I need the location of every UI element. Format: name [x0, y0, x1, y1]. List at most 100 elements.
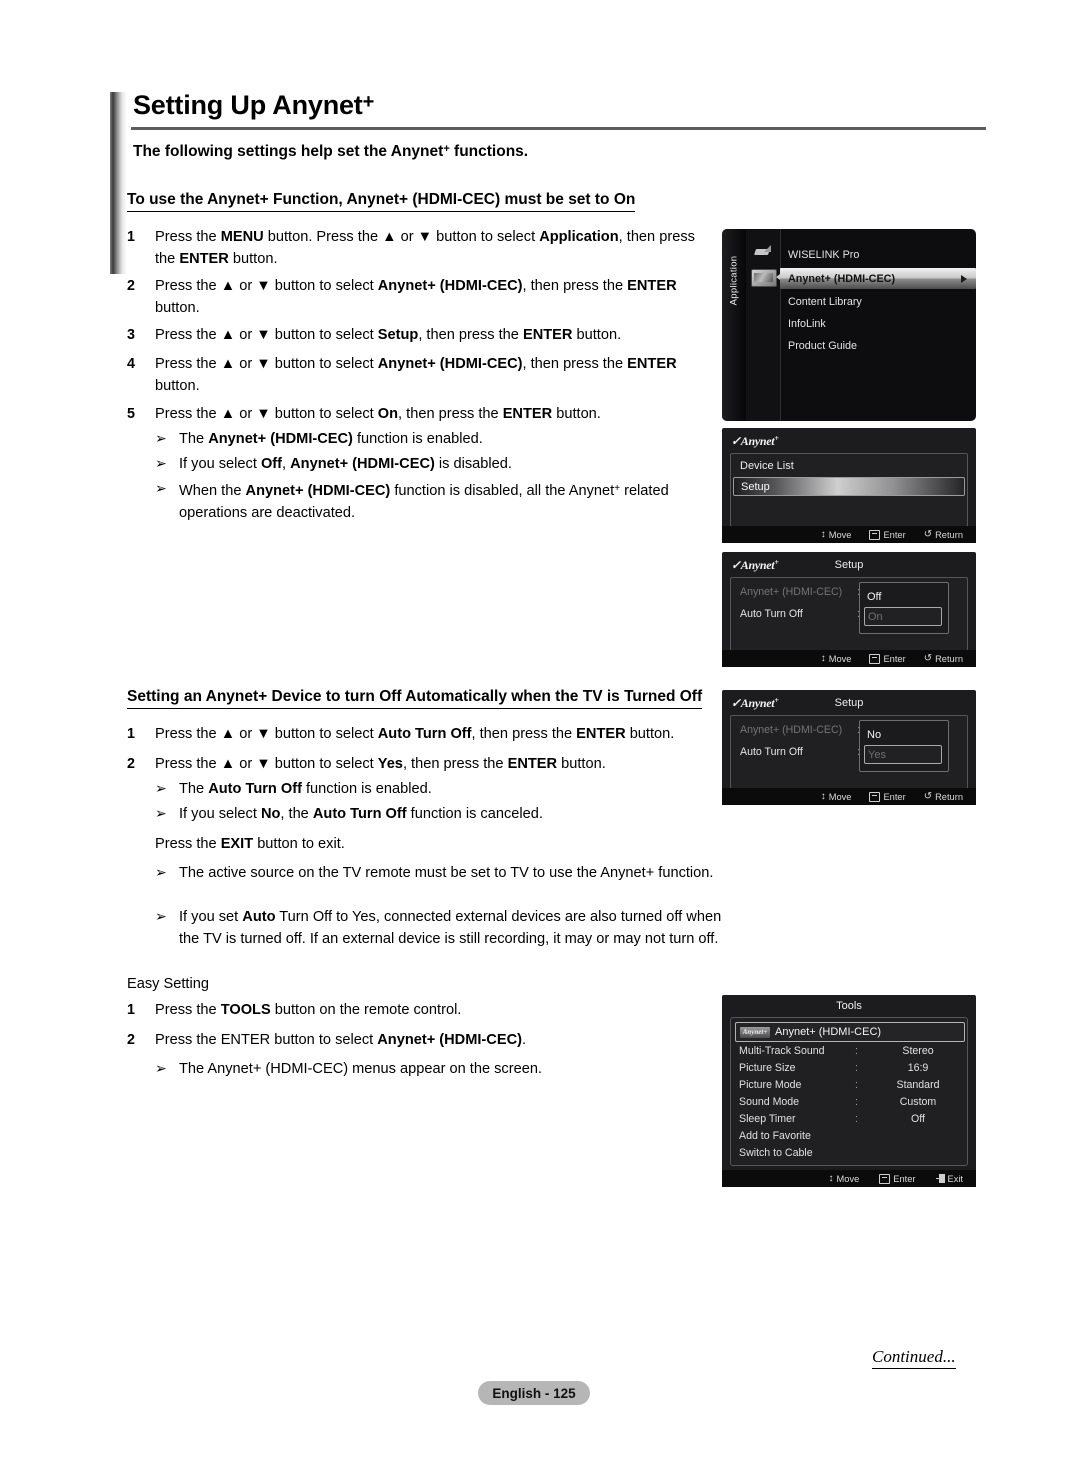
popup-option-off[interactable]: Off — [867, 591, 881, 603]
tools-row-colon: : — [855, 1062, 858, 1074]
step-text: Press the ▲ or ▼ button to select Anynet… — [155, 356, 677, 394]
step-item: 1 Press the MENU button. Press the ▲ or … — [127, 226, 712, 270]
popup-option-no[interactable]: No — [867, 729, 881, 741]
move-icon: ↕ — [828, 1172, 834, 1184]
nav-move[interactable]: ↕ Move — [821, 653, 852, 664]
setup-panel-body: Anynet+ (HDMI-CEC) : Auto Turn Off : No … — [730, 715, 968, 789]
step-item: 2 Press the ENTER button to select Anyne… — [127, 1029, 687, 1051]
tools-row-colon: : — [855, 1079, 858, 1091]
nav-enter[interactable]: Enter — [869, 529, 906, 540]
tv-tools-menu[interactable]: Tools Anynet+ Anynet+ (HDMI-CEC) Multi-T… — [722, 995, 976, 1187]
note-item: ➢ The Anynet+ (HDMI-CEC) function is ena… — [155, 428, 715, 450]
note-item: ➢ When the Anynet+ (HDMI-CEC) function i… — [155, 478, 715, 524]
tools-row-value: Stereo — [902, 1045, 934, 1057]
tools-row-value: Standard — [896, 1079, 940, 1091]
exit-icon — [935, 1174, 945, 1183]
page-subtitle: The following settings help set the Anyn… — [133, 143, 529, 160]
tools-row-key: Switch to Cable — [739, 1147, 813, 1159]
title-divider — [131, 127, 986, 130]
enter-icon — [869, 529, 881, 540]
step-number: 1 — [127, 229, 135, 245]
nav-return[interactable]: ↺ Return — [924, 791, 963, 802]
menu-item-label: Setup — [741, 480, 770, 493]
tools-row-value: Off — [911, 1113, 925, 1125]
tools-row[interactable]: Sound Mode : Custom — [739, 1096, 961, 1112]
return-icon: ↺ — [923, 652, 933, 664]
value-popup[interactable]: No Yes — [859, 720, 949, 772]
application-menu-list: WISELINK Pro Anynet+ (HDMI-CEC) Content … — [776, 229, 976, 421]
nav-label: Exit — [947, 1173, 964, 1184]
nav-return[interactable]: ↺ Return — [924, 529, 963, 540]
popup-option-yes-selected[interactable]: Yes — [864, 745, 942, 764]
nav-label: Return — [935, 529, 963, 540]
step-item: 2 Press the ▲ or ▼ button to select Anyn… — [127, 275, 697, 319]
tools-row-value: Custom — [899, 1096, 937, 1108]
tools-row[interactable]: Picture Size : 16:9 — [739, 1062, 961, 1078]
nav-enter[interactable]: Enter — [869, 653, 906, 664]
note-item: ➢ If you set Auto Turn Off to Yes, conne… — [155, 906, 723, 950]
nav-label: Move — [828, 791, 852, 802]
menu-item-product-guide[interactable]: Product Guide — [788, 340, 857, 352]
tv-setup-hdmicec[interactable]: ✓Anynet+ Setup Anynet+ (HDMI-CEC) : Auto… — [722, 552, 976, 667]
tools-panel-title: Tools — [836, 1000, 862, 1012]
step-number: 2 — [127, 756, 135, 772]
tools-row-key: Add to Favorite — [739, 1130, 811, 1142]
menu-item-wiselink-pro[interactable]: WISELINK Pro — [788, 249, 859, 261]
note-item: ➢ The Anynet+ (HDMI-CEC) menus appear on… — [155, 1058, 715, 1080]
arrow-bullet-icon: ➢ — [155, 864, 167, 880]
tv-nav-bar: ↕ Move Enter ↺ Return — [722, 650, 976, 667]
setup-panel-title: Setup — [834, 559, 864, 571]
move-icon: ↕ — [820, 790, 826, 802]
tv-application-menu[interactable]: Application WISELINK Pro Anynet+ (HDMI-C… — [722, 229, 976, 421]
nav-move[interactable]: ↕ Move — [820, 790, 852, 802]
nav-label: Move — [836, 1173, 860, 1184]
step-item: 1 Press the TOOLS button on the remote c… — [127, 999, 687, 1021]
tools-row[interactable]: Sleep Timer : Off — [739, 1113, 961, 1129]
enter-icon — [869, 653, 881, 664]
tools-row-colon: : — [855, 1045, 858, 1057]
tools-item-anynet-hdmi-cec[interactable]: Anynet+ Anynet+ (HDMI-CEC) — [735, 1022, 965, 1042]
nav-move[interactable]: ↕ Move — [821, 529, 852, 540]
tv-anynet-menu[interactable]: ✓Anynet+ Device List Setup ↕ Move Enter ↺… — [722, 428, 976, 543]
arrow-bullet-icon: ➢ — [155, 455, 167, 471]
step-number: 1 — [127, 1002, 135, 1018]
tools-row-key: Picture Size — [739, 1062, 796, 1074]
tools-row[interactable]: Add to Favorite — [739, 1130, 961, 1146]
nav-move[interactable]: ↕ Move — [828, 1172, 860, 1184]
menu-item-setup[interactable]: Setup — [733, 477, 965, 496]
popup-option-on-selected[interactable]: On — [864, 607, 942, 626]
nav-enter[interactable]: Enter — [879, 1173, 916, 1184]
application-sidebar: Application — [722, 229, 746, 421]
tools-row[interactable]: Multi-Track Sound : Stereo — [739, 1045, 961, 1061]
step-text: Press the ▲ or ▼ button to select Setup,… — [155, 327, 622, 343]
popup-option-label: Yes — [868, 748, 886, 761]
tools-row[interactable]: Picture Mode : Standard — [739, 1079, 961, 1095]
menu-item-infolink[interactable]: InfoLink — [788, 318, 826, 330]
nav-label: Return — [935, 653, 963, 664]
tools-row[interactable]: Switch to Cable — [739, 1147, 961, 1163]
note-text: If you select Off, Anynet+ (HDMI-CEC) is… — [179, 456, 512, 472]
popup-option-label: On — [868, 610, 883, 623]
step-text: Press the TOOLS button on the remote con… — [155, 1002, 462, 1018]
note-item: ➢ If you select No, the Auto Turn Off fu… — [155, 803, 715, 825]
setting-label-auto-turn-off: Auto Turn Off — [740, 746, 803, 758]
nav-enter[interactable]: Enter — [869, 791, 906, 802]
tv-setup-autoturnoff[interactable]: ✓Anynet+ Setup Anynet+ (HDMI-CEC) : Auto… — [722, 690, 976, 805]
menu-item-content-library[interactable]: Content Library — [788, 296, 862, 308]
nav-label: Enter — [893, 1173, 916, 1184]
note-item: ➢ The Auto Turn Off function is enabled. — [155, 778, 715, 800]
nav-label: Move — [828, 653, 852, 664]
setup-panel-title: Setup — [834, 697, 864, 709]
tools-row-colon: : — [855, 1096, 858, 1108]
anynet-badge-icon: Anynet+ — [740, 1026, 770, 1038]
nav-exit[interactable]: Exit — [935, 1173, 964, 1184]
note-text: The Anynet+ (HDMI-CEC) menus appear on t… — [179, 1061, 542, 1077]
menu-item-anynet-hdmi-cec[interactable]: Anynet+ (HDMI-CEC) — [780, 268, 976, 289]
note-text: The Anynet+ (HDMI-CEC) function is enabl… — [179, 431, 483, 447]
note-text: If you set Auto Turn Off to Yes, connect… — [179, 909, 722, 947]
value-popup[interactable]: Off On — [859, 582, 949, 634]
note-text: When the Anynet+ (HDMI-CEC) function is … — [179, 483, 669, 521]
step-item: 4 Press the ▲ or ▼ button to select Anyn… — [127, 353, 697, 397]
menu-item-device-list[interactable]: Device List — [740, 460, 794, 472]
nav-return[interactable]: ↺ Return — [923, 652, 963, 664]
